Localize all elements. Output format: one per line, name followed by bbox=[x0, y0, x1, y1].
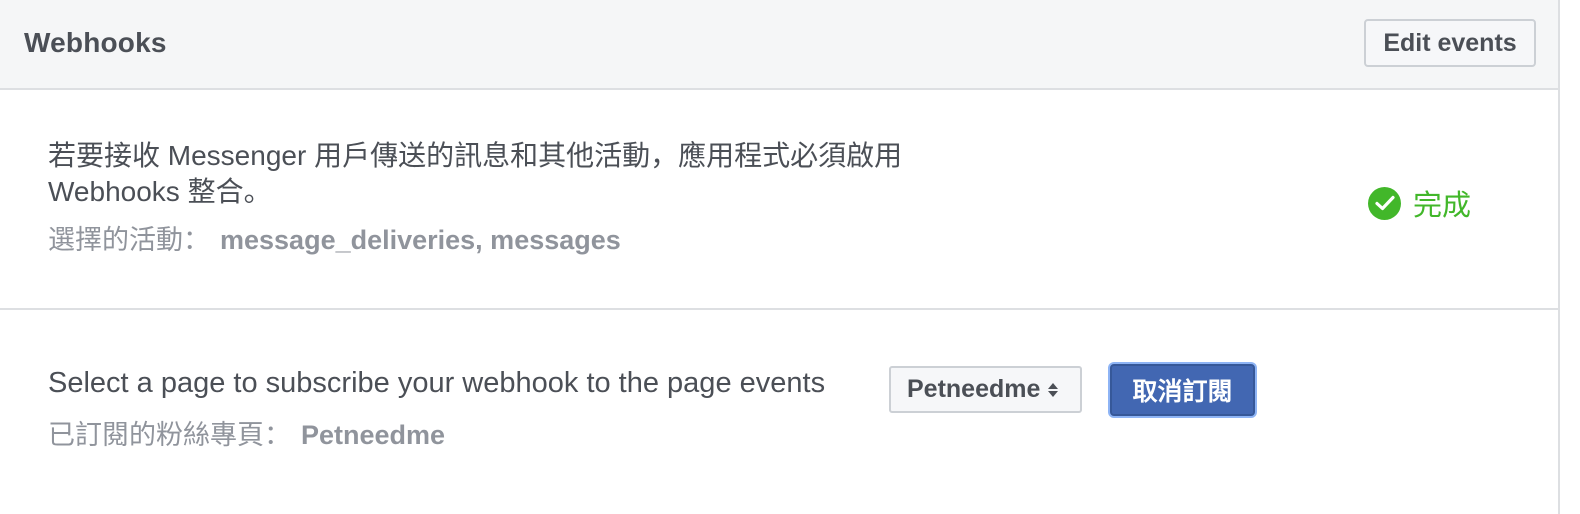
unsubscribe-button[interactable]: 取消訂閱 bbox=[1110, 364, 1255, 416]
panel-title: Webhooks bbox=[24, 27, 167, 58]
page-subscription-section: Select a page to subscribe your webhook … bbox=[0, 310, 1558, 512]
webhook-integration-section: 若要接收 Messenger 用戶傳送的訊息和其他活動，應用程式必須啟用 Web… bbox=[0, 90, 1558, 310]
selected-events: 選擇的活動： message_deliveries, messages bbox=[48, 218, 621, 257]
webhooks-panel: Webhooks Edit events 若要接收 Messenger 用戶傳送… bbox=[0, 0, 1560, 514]
selected-events-value: message_deliveries, messages bbox=[220, 225, 621, 255]
edit-events-button[interactable]: Edit events bbox=[1364, 19, 1536, 67]
subscribed-pages: 已訂閱的粉絲專頁： Petneedme bbox=[48, 413, 445, 452]
subscribed-pages-label: 已訂閱的粉絲專頁： bbox=[48, 420, 291, 450]
page-select[interactable]: Petneedme bbox=[889, 366, 1082, 413]
status-text: 完成 bbox=[1413, 190, 1472, 222]
subscribe-prompt: Select a page to subscribe your webhook … bbox=[48, 367, 826, 399]
up-down-arrows-icon bbox=[1048, 382, 1059, 397]
check-circle-icon bbox=[1368, 186, 1401, 220]
selected-events-label: 選擇的活動： bbox=[48, 225, 210, 255]
status-indicator: 完成 bbox=[1368, 182, 1471, 224]
subscribed-pages-value: Petneedme bbox=[301, 420, 446, 450]
page-select-value: Petneedme bbox=[907, 375, 1041, 403]
panel-header: Webhooks Edit events bbox=[0, 0, 1558, 90]
webhook-description: 若要接收 Messenger 用戶傳送的訊息和其他活動，應用程式必須啟用 Web… bbox=[48, 140, 903, 207]
